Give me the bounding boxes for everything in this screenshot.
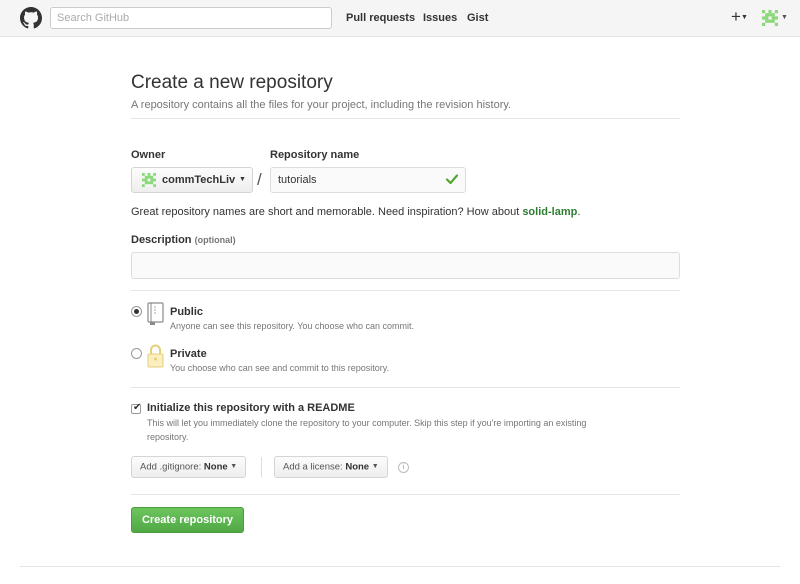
hint-text: Great repository names are short and mem… bbox=[131, 206, 523, 218]
owner-label: Owner bbox=[131, 149, 166, 161]
book-icon bbox=[147, 302, 164, 325]
page-title: Create a new repository bbox=[131, 72, 333, 93]
nav-gist[interactable]: Gist bbox=[467, 12, 488, 24]
repo-name-hint: Great repository names are short and mem… bbox=[131, 206, 580, 218]
page-subtitle: A repository contains all the files for … bbox=[131, 99, 512, 111]
readme-note-line1: This will let you immediately clone the … bbox=[147, 418, 587, 428]
public-radio[interactable] bbox=[131, 306, 142, 317]
nav-issues[interactable]: Issues bbox=[423, 12, 457, 24]
new-menu-button[interactable]: +▼ bbox=[731, 7, 748, 27]
license-value: None bbox=[345, 461, 370, 473]
plus-icon: + bbox=[731, 7, 741, 26]
license-select[interactable]: Add a license: None ▼ bbox=[274, 456, 388, 478]
search-input[interactable] bbox=[50, 7, 332, 29]
gitignore-label: Add .gitignore: bbox=[140, 461, 202, 473]
avatar-icon[interactable] bbox=[762, 10, 778, 26]
owner-select[interactable]: commTechLiv ▼ bbox=[131, 167, 253, 193]
top-header: Pull requests Issues Gist +▼ ▼ bbox=[0, 0, 800, 37]
avatar-chevron-icon[interactable]: ▼ bbox=[781, 14, 788, 21]
github-logo-icon[interactable] bbox=[20, 7, 42, 29]
check-icon bbox=[445, 174, 459, 185]
private-radio[interactable] bbox=[131, 348, 142, 359]
chevron-down-icon: ▼ bbox=[371, 463, 379, 470]
divider bbox=[131, 494, 680, 495]
lock-icon bbox=[147, 344, 164, 368]
private-note: You choose who can see and commit to thi… bbox=[170, 363, 390, 373]
divider bbox=[131, 290, 680, 291]
footer-divider bbox=[20, 566, 780, 567]
optional-tag: (optional) bbox=[194, 235, 236, 245]
description-input[interactable] bbox=[131, 252, 680, 279]
create-repository-button[interactable]: Create repository bbox=[131, 507, 244, 533]
info-icon[interactable]: i bbox=[398, 462, 409, 473]
readme-label[interactable]: Initialize this repository with a README bbox=[147, 402, 355, 414]
owner-value: commTechLiv bbox=[162, 174, 236, 186]
public-title: Public bbox=[170, 306, 204, 318]
license-label: Add a license: bbox=[283, 461, 343, 473]
readme-note-line2: repository. bbox=[147, 432, 189, 442]
name-suggestion-link[interactable]: solid-lamp bbox=[522, 206, 577, 218]
radio-selected-dot bbox=[134, 309, 139, 314]
owner-repo-separator: / bbox=[257, 170, 262, 189]
vertical-divider bbox=[261, 457, 262, 477]
hint-period: . bbox=[577, 206, 581, 218]
gitignore-select[interactable]: Add .gitignore: None ▼ bbox=[131, 456, 247, 478]
chevron-down-icon: ▼ bbox=[239, 176, 246, 183]
owner-avatar-icon bbox=[142, 173, 156, 187]
repo-name-label: Repository name bbox=[270, 149, 360, 161]
divider bbox=[131, 387, 680, 388]
chevron-down-icon: ▼ bbox=[230, 463, 238, 470]
public-note: Anyone can see this repository. You choo… bbox=[170, 321, 414, 331]
description-label: Description (optional) bbox=[131, 234, 236, 246]
description-label-text: Description bbox=[131, 234, 192, 246]
readme-checkbox[interactable]: ✔ bbox=[131, 402, 142, 414]
repo-name-input[interactable] bbox=[270, 167, 466, 193]
gitignore-value: None bbox=[203, 461, 228, 473]
chevron-down-icon: ▼ bbox=[740, 14, 748, 22]
nav-pull-requests[interactable]: Pull requests bbox=[346, 12, 415, 24]
checkmark-icon: ✔ bbox=[133, 402, 142, 413]
private-title: Private bbox=[170, 348, 207, 360]
divider bbox=[131, 118, 680, 119]
